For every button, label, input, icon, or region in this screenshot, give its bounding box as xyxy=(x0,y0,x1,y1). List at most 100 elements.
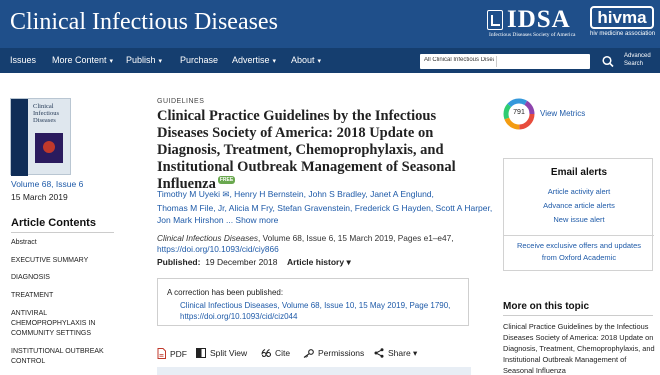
correction-text: A correction has been published: xyxy=(167,288,284,297)
search-button[interactable] xyxy=(596,54,620,69)
hivma-logo-text: hivma xyxy=(590,6,654,29)
chevron-down-icon: ▾ xyxy=(109,58,114,65)
advanced-search-link[interactable]: Advanced Search xyxy=(624,52,651,68)
correction-notice: A correction has been published: Clinica… xyxy=(157,278,469,326)
permissions-button[interactable]: Permissions xyxy=(303,348,364,358)
toc-item-institutional-outbreak[interactable]: INSTITUTIONAL OUTBREAK xyxy=(11,347,104,357)
advance-article-alerts-link[interactable]: Advance article alerts xyxy=(504,201,654,210)
article-body-preview xyxy=(157,367,471,375)
email-alerts-panel: Email alerts Article activity alert Adva… xyxy=(503,158,654,271)
idsa-mark-icon xyxy=(487,10,503,30)
author-list[interactable]: Timothy M Uyeki ✉, Henry H Bernstein, Jo… xyxy=(157,189,477,200)
advanced-search-label: Search xyxy=(624,61,644,67)
site-header: Clinical Infectious Diseases IDSA Infect… xyxy=(0,0,660,48)
view-metrics-link[interactable]: View Metrics xyxy=(540,109,585,118)
published-info: Published: 19 December 2018 Article hist… xyxy=(157,257,351,268)
nav-item-label: Publish xyxy=(126,55,156,65)
cite-button[interactable]: Cite xyxy=(261,348,290,358)
offers-link-line: Receive exclusive offers and updates xyxy=(516,241,642,250)
cover-title: Clinical Infectious Diseases xyxy=(33,103,59,124)
correction-citation[interactable]: Clinical Infectious Diseases, Volume 68,… xyxy=(180,300,465,311)
citation: Clinical Infectious Diseases, Volume 68,… xyxy=(157,233,477,255)
pdf-icon xyxy=(157,348,166,359)
nav-item-label: About xyxy=(291,55,315,65)
author-list[interactable]: Thomas M File, Jr, Alicia M Fry, Stefan … xyxy=(157,203,492,213)
nav-item-label: Purchase xyxy=(180,55,219,65)
article-history-toggle[interactable]: Article history ▾ xyxy=(287,257,351,267)
chevron-down-icon: ▾ xyxy=(317,58,322,65)
issue-cover-image[interactable]: Clinical Infectious Diseases xyxy=(10,98,71,176)
hivma-subtitle: hiv medicine association xyxy=(590,31,656,37)
chevron-down-icon: ▾ xyxy=(272,58,277,65)
citation-line: Clinical Infectious Diseases, Volume 68,… xyxy=(157,233,477,244)
cover-title-line: Diseases xyxy=(33,117,56,124)
toc-item-abstract[interactable]: Abstract xyxy=(11,238,37,248)
new-issue-alert-link[interactable]: New issue alert xyxy=(504,215,654,224)
hivma-logo[interactable]: hivma hiv medicine association xyxy=(590,6,656,42)
published-date: 19 December 2018 xyxy=(205,257,278,267)
offers-link[interactable]: Receive exclusive offers and updates fro… xyxy=(508,240,650,264)
related-article-link[interactable]: Clinical Practice Guidelines by the Infe… xyxy=(503,321,655,375)
share-icon xyxy=(374,348,384,358)
correction-link[interactable]: Clinical Infectious Diseases, Volume 68,… xyxy=(180,300,465,322)
article-activity-alert-link[interactable]: Article activity alert xyxy=(504,187,654,196)
article-title-text: Clinical Practice Guidelines by the Infe… xyxy=(157,108,456,192)
idsa-logo[interactable]: IDSA Infectious Diseases Society of Amer… xyxy=(487,6,582,40)
advanced-search-label: Advanced xyxy=(624,53,651,59)
toc-item-antiviral-line3[interactable]: COMMUNITY SETTINGS xyxy=(11,329,91,339)
divider xyxy=(503,315,653,316)
cite-label: Cite xyxy=(275,348,291,358)
nav-item-about[interactable]: About ▾ xyxy=(291,55,321,65)
divider xyxy=(504,235,654,236)
cover-band xyxy=(11,99,28,176)
article-type-label: GUIDELINES xyxy=(157,98,205,105)
offers-link-line: from Oxford Academic xyxy=(541,253,617,262)
free-badge: FREE xyxy=(217,176,236,184)
doi-link[interactable]: https://doi.org/10.1093/cid/ciy866 xyxy=(157,244,477,255)
nav-item-label: More Content xyxy=(52,55,107,65)
altmetric-badge[interactable]: 791 xyxy=(503,98,535,130)
toc-item-antiviral-line2[interactable]: CHEMOPROPHYLAXIS IN xyxy=(11,319,95,329)
search-input[interactable]: All Clinical Infectious Diseases xyxy=(420,54,590,69)
nav-item-advertise[interactable]: Advertise ▾ xyxy=(232,55,276,65)
published-label: Published: xyxy=(157,257,201,267)
toc-item-antiviral[interactable]: ANTIVIRAL xyxy=(11,309,47,319)
more-on-topic-heading: More on this topic xyxy=(503,301,590,312)
idsa-logo-text: IDSA xyxy=(507,6,571,33)
nav-item-more-content[interactable]: More Content ▾ xyxy=(52,55,113,65)
split-view-label: Split View xyxy=(210,348,248,358)
cover-title-line: Infectious xyxy=(33,110,59,117)
share-button[interactable]: Share ▾ xyxy=(374,348,417,359)
email-alerts-heading: Email alerts xyxy=(550,167,608,178)
nav-item-label: Advertise xyxy=(232,55,270,65)
citation-journal: Clinical Infectious Diseases xyxy=(157,233,258,243)
nav-item-purchase[interactable]: Purchase xyxy=(180,55,218,65)
toc-item-treatment[interactable]: TREATMENT xyxy=(11,291,53,301)
quote-icon xyxy=(261,349,271,358)
cover-artwork xyxy=(35,133,63,163)
pdf-label: PDF xyxy=(170,349,187,359)
issue-date: 15 March 2019 xyxy=(11,192,68,202)
permissions-label: Permissions xyxy=(318,348,365,358)
split-view-button[interactable]: Split View xyxy=(196,348,247,358)
pdf-button[interactable]: PDF xyxy=(157,348,187,359)
article-title: Clinical Practice Guidelines by the Infe… xyxy=(157,108,457,193)
issue-link[interactable]: Volume 68, Issue 6 xyxy=(11,179,83,189)
search-scope-select[interactable]: All Clinical Infectious Diseases xyxy=(424,57,494,63)
toc-item-institutional-outbreak-line2[interactable]: CONTROL xyxy=(11,357,45,367)
nav-item-publish[interactable]: Publish ▾ xyxy=(126,55,162,65)
cover-title-line: Clinical xyxy=(33,103,54,110)
article-contents-heading: Article Contents xyxy=(11,217,96,229)
idsa-subtitle: Infectious Diseases Society of America xyxy=(489,32,576,38)
magnifier-icon xyxy=(602,55,614,68)
toc-item-executive-summary[interactable]: EXECUTIVE SUMMARY xyxy=(11,256,88,266)
altmetric-score: 791 xyxy=(513,109,525,116)
nav-item-issues[interactable]: Issues xyxy=(10,55,36,65)
author-list-show-more[interactable]: Jon Mark Hirshon ... Show more xyxy=(157,215,477,225)
split-view-icon xyxy=(196,348,206,358)
correction-doi[interactable]: https://doi.org/10.1093/cid/ciz044 xyxy=(180,311,465,322)
toc-item-diagnosis[interactable]: DIAGNOSIS xyxy=(11,273,50,283)
key-icon xyxy=(303,349,314,358)
share-label: Share ▾ xyxy=(388,348,418,358)
journal-title[interactable]: Clinical Infectious Diseases xyxy=(10,9,278,36)
